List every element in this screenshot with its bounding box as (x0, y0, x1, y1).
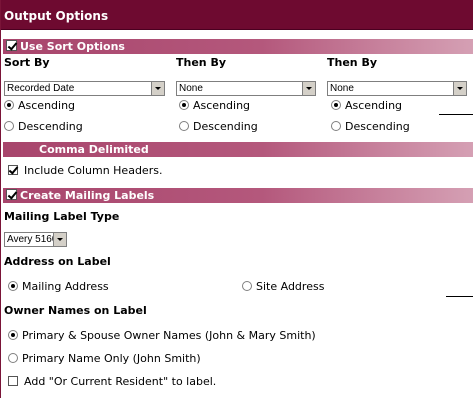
chevron-down-icon[interactable] (302, 82, 315, 95)
then-by-2-descending-option[interactable]: Descending (331, 120, 410, 133)
output-options-panel: Output Options Use Sort Options Sort By … (0, 0, 473, 398)
primary-spouse-label: Primary & Spouse Owner Names (John & Mar… (22, 329, 316, 342)
include-column-headers-option[interactable]: Include Column Headers. (8, 164, 162, 177)
ascending-label: Ascending (18, 99, 76, 112)
use-sort-options-label: Use Sort Options (20, 40, 125, 53)
mailing-label-type-value: Avery 5160 (7, 234, 58, 245)
radio-checked-icon[interactable] (331, 100, 341, 110)
use-sort-options-checkbox[interactable] (6, 40, 17, 51)
primary-only-option[interactable]: Primary Name Only (John Smith) (8, 352, 201, 365)
primary-spouse-option[interactable]: Primary & Spouse Owner Names (John & Mar… (8, 329, 316, 342)
ascending-label: Ascending (193, 99, 251, 112)
comma-delimited-header: Comma Delimited (3, 142, 473, 157)
include-headers-checkbox[interactable] (8, 165, 18, 175)
sort-by-heading: Sort By (4, 56, 50, 69)
edge-line (446, 296, 473, 297)
current-resident-option[interactable]: Add "Or Current Resident" to label. (8, 375, 216, 388)
chevron-down-icon[interactable] (53, 233, 66, 246)
then-by-heading-2: Then By (327, 56, 378, 69)
then-by-select-2[interactable]: None (327, 81, 467, 96)
create-mailing-labels-label: Create Mailing Labels (20, 189, 155, 202)
site-address-option[interactable]: Site Address (242, 280, 324, 293)
address-on-label-heading: Address on Label (4, 255, 111, 268)
sort-by-ascending-option[interactable]: Ascending (4, 99, 75, 112)
edge-line (439, 114, 473, 115)
then-by-2-ascending-option[interactable]: Ascending (331, 99, 402, 112)
mailing-label-type-select[interactable]: Avery 5160 (4, 232, 67, 247)
mailing-labels-header: Create Mailing Labels (3, 188, 473, 203)
then-by-1-descending-option[interactable]: Descending (179, 120, 258, 133)
radio-checked-icon[interactable] (179, 100, 189, 110)
descending-label: Descending (18, 120, 83, 133)
mailing-address-label: Mailing Address (22, 280, 109, 293)
create-mailing-labels-checkbox[interactable] (6, 189, 17, 200)
chevron-down-icon[interactable] (151, 82, 164, 95)
descending-label: Descending (193, 120, 258, 133)
radio-unchecked-icon[interactable] (4, 121, 14, 131)
site-address-label: Site Address (256, 280, 325, 293)
mailing-label-type-heading: Mailing Label Type (4, 210, 120, 223)
radio-checked-icon[interactable] (4, 100, 14, 110)
radio-checked-icon[interactable] (8, 281, 18, 291)
then-by-1-ascending-option[interactable]: Ascending (179, 99, 250, 112)
radio-unchecked-icon[interactable] (242, 281, 252, 291)
radio-unchecked-icon[interactable] (8, 353, 18, 363)
primary-only-label: Primary Name Only (John Smith) (22, 352, 201, 365)
mailing-address-option[interactable]: Mailing Address (8, 280, 109, 293)
owner-names-heading: Owner Names on Label (4, 304, 147, 317)
then-by-select-1-value: None (179, 83, 203, 94)
current-resident-label: Add "Or Current Resident" to label. (24, 375, 217, 388)
then-by-heading-1: Then By (176, 56, 227, 69)
radio-checked-icon[interactable] (8, 330, 18, 340)
sort-by-descending-option[interactable]: Descending (4, 120, 83, 133)
current-resident-checkbox[interactable] (8, 376, 18, 386)
panel-title: Output Options (1, 0, 473, 30)
sort-options-header: Use Sort Options (3, 39, 473, 54)
then-by-select-1[interactable]: None (176, 81, 316, 96)
radio-unchecked-icon[interactable] (179, 121, 189, 131)
then-by-select-2-value: None (330, 83, 354, 94)
chevron-down-icon[interactable] (453, 82, 466, 95)
sort-by-select[interactable]: Recorded Date (4, 81, 165, 96)
radio-unchecked-icon[interactable] (331, 121, 341, 131)
descending-label: Descending (345, 120, 410, 133)
ascending-label: Ascending (345, 99, 403, 112)
sort-by-select-value: Recorded Date (7, 83, 75, 94)
include-headers-label: Include Column Headers. (24, 164, 163, 177)
